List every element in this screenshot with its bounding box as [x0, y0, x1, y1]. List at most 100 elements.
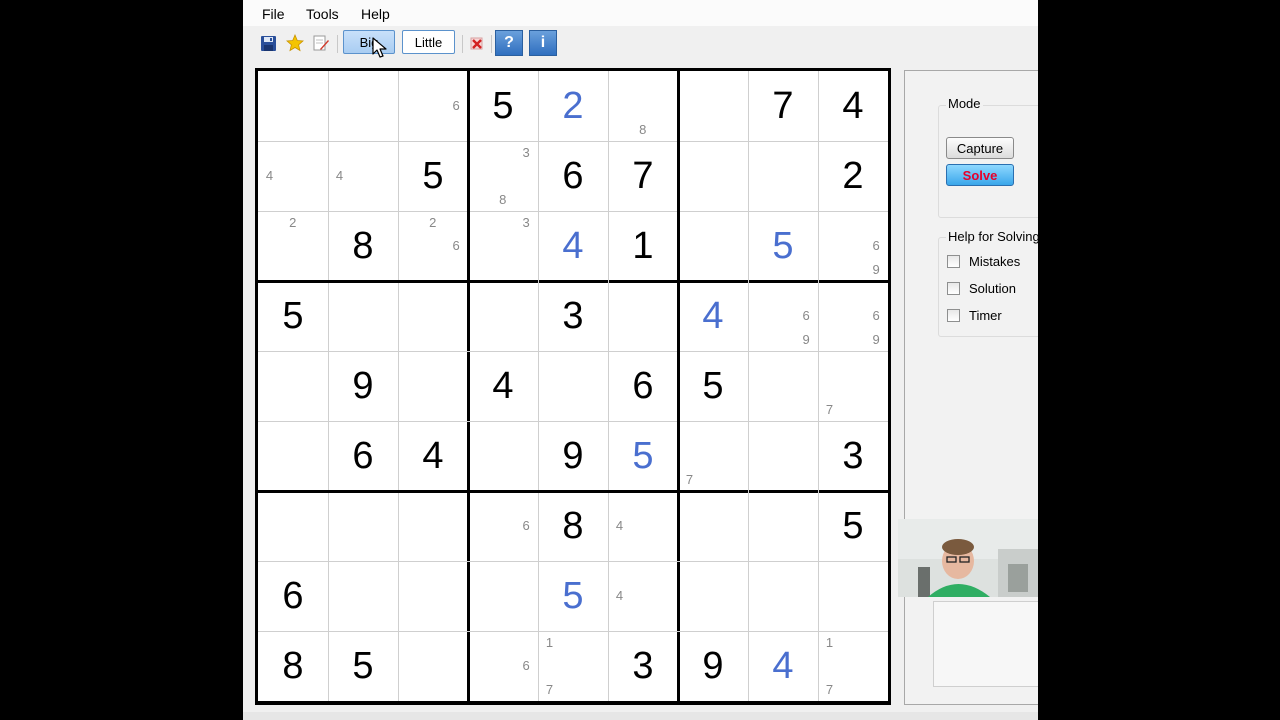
sudoku-cell[interactable]: 5 — [468, 71, 538, 141]
sudoku-cell[interactable]: 38 — [468, 141, 538, 211]
sudoku-cell[interactable]: 3 — [608, 631, 678, 701]
solution-checkbox-box[interactable] — [947, 282, 960, 295]
sudoku-cell[interactable]: 4 — [818, 71, 888, 141]
sudoku-cell[interactable]: 4 — [608, 491, 678, 561]
sudoku-cell[interactable] — [398, 491, 468, 561]
sudoku-cell[interactable]: 5 — [328, 631, 398, 701]
sudoku-cell[interactable] — [818, 561, 888, 631]
sudoku-cell[interactable] — [328, 561, 398, 631]
sudoku-cell[interactable]: 5 — [748, 211, 818, 281]
sudoku-cell[interactable] — [678, 491, 748, 561]
menu-file[interactable]: File — [262, 6, 285, 22]
sudoku-cell[interactable]: 4 — [468, 351, 538, 421]
sudoku-cell[interactable]: 9 — [538, 421, 608, 491]
sudoku-cell[interactable]: 69 — [748, 281, 818, 351]
sudoku-cell[interactable] — [468, 421, 538, 491]
solve-button[interactable]: Solve — [946, 164, 1014, 186]
sudoku-cell[interactable]: 6 — [468, 631, 538, 701]
sudoku-cell[interactable] — [538, 351, 608, 421]
sudoku-cell[interactable]: 8 — [328, 211, 398, 281]
solution-checkbox[interactable]: Solution — [947, 281, 1016, 296]
sudoku-cell[interactable]: 4 — [398, 421, 468, 491]
sudoku-cell[interactable]: 6 — [258, 561, 328, 631]
star-icon[interactable] — [285, 33, 305, 53]
sudoku-cell[interactable]: 6 — [398, 71, 468, 141]
sudoku-cell[interactable]: 8 — [538, 491, 608, 561]
sudoku-cell[interactable] — [678, 561, 748, 631]
menu-tools[interactable]: Tools — [306, 6, 339, 22]
sudoku-cell[interactable]: 69 — [818, 211, 888, 281]
sudoku-cell[interactable] — [398, 631, 468, 701]
sudoku-cell[interactable] — [258, 71, 328, 141]
sudoku-cell[interactable]: 4 — [748, 631, 818, 701]
sudoku-cell[interactable] — [678, 211, 748, 281]
timer-checkbox-box[interactable] — [947, 309, 960, 322]
sudoku-cell[interactable]: 5 — [258, 281, 328, 351]
sudoku-cell[interactable]: 9 — [678, 631, 748, 701]
sudoku-cell[interactable] — [608, 281, 678, 351]
sudoku-cell[interactable]: 7 — [678, 421, 748, 491]
sudoku-cell[interactable]: 8 — [608, 71, 678, 141]
capture-button[interactable]: Capture — [946, 137, 1014, 159]
little-button[interactable]: Little — [402, 30, 455, 54]
edit-document-icon[interactable] — [311, 33, 331, 53]
sudoku-cell[interactable] — [398, 281, 468, 351]
sudoku-cell[interactable] — [468, 281, 538, 351]
sudoku-cell[interactable]: 5 — [818, 491, 888, 561]
sudoku-cell[interactable]: 5 — [678, 351, 748, 421]
sudoku-cell[interactable]: 8 — [258, 631, 328, 701]
webcam-overlay — [898, 519, 1038, 597]
sudoku-cell[interactable]: 6 — [328, 421, 398, 491]
sudoku-cell[interactable]: 1 — [608, 211, 678, 281]
sudoku-cell[interactable] — [748, 421, 818, 491]
timer-checkbox[interactable]: Timer — [947, 308, 1002, 323]
mistakes-checkbox[interactable]: Mistakes — [947, 254, 1020, 269]
sudoku-cell[interactable] — [678, 141, 748, 211]
sudoku-cell[interactable]: 69 — [818, 281, 888, 351]
menu-help[interactable]: Help — [361, 6, 390, 22]
sudoku-cell[interactable]: 5 — [608, 421, 678, 491]
clear-red-x-icon[interactable] — [467, 33, 487, 53]
info-button[interactable]: i — [529, 30, 557, 56]
sudoku-cell[interactable]: 3 — [818, 421, 888, 491]
sudoku-cell[interactable] — [328, 491, 398, 561]
sudoku-cell[interactable]: 4 — [328, 141, 398, 211]
sudoku-cell[interactable] — [398, 351, 468, 421]
sudoku-cell[interactable] — [748, 491, 818, 561]
save-icon[interactable] — [258, 33, 278, 53]
sudoku-cell[interactable]: 7 — [818, 351, 888, 421]
sudoku-cell[interactable]: 7 — [608, 141, 678, 211]
sudoku-cell[interactable]: 6 — [608, 351, 678, 421]
sudoku-cell[interactable]: 5 — [398, 141, 468, 211]
sudoku-cell[interactable] — [328, 281, 398, 351]
sudoku-cell[interactable] — [328, 71, 398, 141]
sudoku-cell[interactable]: 2 — [538, 71, 608, 141]
sudoku-cell[interactable] — [258, 351, 328, 421]
sudoku-cell[interactable]: 4 — [538, 211, 608, 281]
sudoku-cell[interactable]: 17 — [818, 631, 888, 701]
help-question-button[interactable]: ? — [495, 30, 523, 56]
sudoku-cell[interactable]: 4 — [678, 281, 748, 351]
sudoku-cell[interactable]: 6 — [538, 141, 608, 211]
sudoku-cell[interactable]: 2 — [818, 141, 888, 211]
sudoku-cell[interactable]: 6 — [468, 491, 538, 561]
sudoku-cell[interactable] — [678, 71, 748, 141]
sudoku-cell[interactable] — [748, 141, 818, 211]
sudoku-cell[interactable]: 7 — [748, 71, 818, 141]
sudoku-cell[interactable]: 4 — [258, 141, 328, 211]
sudoku-cell[interactable] — [748, 351, 818, 421]
sudoku-cell[interactable]: 17 — [538, 631, 608, 701]
sudoku-cell[interactable]: 5 — [538, 561, 608, 631]
sudoku-cell[interactable]: 26 — [398, 211, 468, 281]
sudoku-cell[interactable] — [398, 561, 468, 631]
sudoku-cell[interactable]: 3 — [468, 211, 538, 281]
sudoku-cell[interactable]: 9 — [328, 351, 398, 421]
sudoku-cell[interactable] — [748, 561, 818, 631]
sudoku-cell[interactable]: 2 — [258, 211, 328, 281]
mistakes-checkbox-box[interactable] — [947, 255, 960, 268]
sudoku-cell[interactable]: 3 — [538, 281, 608, 351]
sudoku-cell[interactable] — [258, 491, 328, 561]
sudoku-cell[interactable]: 4 — [608, 561, 678, 631]
sudoku-cell[interactable] — [258, 421, 328, 491]
sudoku-cell[interactable] — [468, 561, 538, 631]
